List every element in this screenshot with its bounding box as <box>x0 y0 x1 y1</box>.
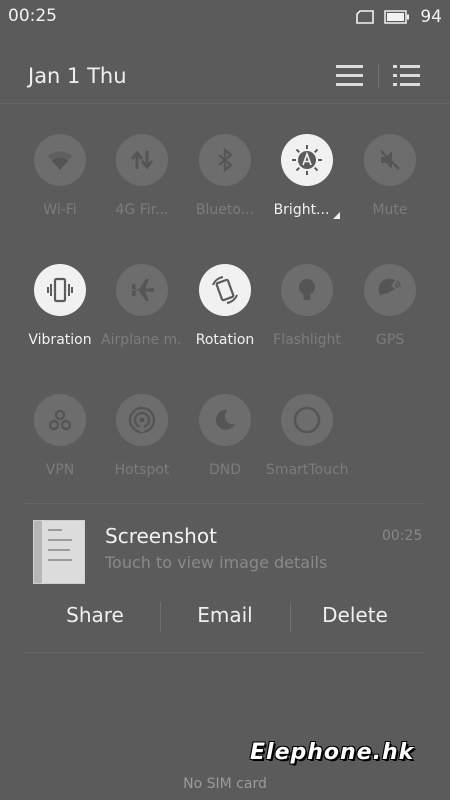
screenshot-notification[interactable]: Screenshot Touch to view image details 0… <box>0 508 450 588</box>
toggle-label: Blueto... <box>195 202 255 218</box>
toggle-label: Airplane m... <box>101 332 183 348</box>
status-bar: 00:25 94 <box>0 0 450 34</box>
toggle-label: VPN <box>45 462 75 478</box>
airplane-icon <box>130 279 154 301</box>
toggle-flashlight[interactable]: Flashlight <box>266 264 348 348</box>
toggle-label: SmartTouch <box>266 462 348 478</box>
toggle-rotation[interactable]: Rotation <box>184 264 266 348</box>
toggle-wifi[interactable]: Wi-Fi <box>19 134 101 218</box>
brightness-auto-icon <box>292 145 322 175</box>
toggle-mobile-data[interactable]: 4G Fir... <box>101 134 183 218</box>
list-view-icon <box>336 65 363 86</box>
toggle-label: Wi-Fi <box>43 202 77 218</box>
toggle-mute[interactable]: Mute <box>349 134 431 218</box>
expand-indicator-icon <box>333 212 341 219</box>
toggle-label: Bright... <box>273 202 330 218</box>
toggle-bluetooth[interactable]: Blueto... <box>184 134 266 218</box>
panel-header: Jan 1 Thu <box>0 52 450 100</box>
date-label: Jan 1 Thu <box>28 64 127 88</box>
toggle-label: Hotspot <box>114 462 170 478</box>
notification-subtitle: Touch to view image details <box>105 553 328 572</box>
gps-icon <box>378 278 401 295</box>
toggle-label: 4G Fir... <box>115 202 169 218</box>
watermark: Elephone.hk <box>250 740 415 765</box>
delete-button[interactable]: Delete <box>290 603 420 627</box>
wifi-icon <box>48 151 72 170</box>
notification-time: 00:25 <box>382 528 423 544</box>
toggle-smarttouch[interactable]: SmartTouch <box>266 394 348 478</box>
flashlight-icon <box>299 279 315 300</box>
toggle-vpn[interactable]: VPN <box>19 394 101 478</box>
bulleted-list-button[interactable] <box>392 62 422 90</box>
vpn-icon <box>48 409 72 431</box>
mute-icon <box>380 150 400 170</box>
header-separator <box>378 64 379 88</box>
battery-icon <box>384 10 410 24</box>
smarttouch-icon <box>293 406 321 434</box>
toggle-label: DND <box>208 462 242 478</box>
email-button[interactable]: Email <box>160 603 290 627</box>
status-time: 00:25 <box>8 6 57 26</box>
screenshot-thumbnail <box>33 520 85 584</box>
toggle-gps[interactable]: GPS <box>349 264 431 348</box>
status-indicators: 94 <box>356 6 442 28</box>
header-divider <box>0 103 450 104</box>
moon-icon <box>215 409 235 430</box>
sim-card-icon <box>356 10 375 24</box>
toggle-hotspot[interactable]: Hotspot <box>101 394 183 478</box>
share-button[interactable]: Share <box>30 603 160 627</box>
carrier-label: No SIM card <box>183 776 267 792</box>
toggle-label: Mute <box>372 202 408 218</box>
toggle-label: Rotation <box>195 332 255 348</box>
toggle-label: Vibration <box>28 332 92 348</box>
bulleted-list-icon <box>393 65 420 86</box>
notification-title: Screenshot <box>105 524 217 548</box>
rotation-icon <box>212 276 238 304</box>
vibration-icon <box>47 277 73 303</box>
toggle-label: Flashlight <box>273 332 341 348</box>
list-view-button[interactable] <box>335 62 365 90</box>
mobile-data-icon <box>130 150 154 170</box>
toggle-airplane[interactable]: Airplane m... <box>101 264 183 348</box>
bluetooth-icon <box>218 147 233 173</box>
toggle-vibration[interactable]: Vibration <box>19 264 101 348</box>
notification-divider <box>25 652 425 653</box>
hotspot-icon <box>128 406 156 434</box>
toggles-divider <box>25 503 425 504</box>
toggle-brightness[interactable]: Bright... <box>266 134 348 222</box>
toggle-dnd[interactable]: DND <box>184 394 266 478</box>
battery-percent: 94 <box>420 7 442 27</box>
toggle-label: GPS <box>375 332 405 348</box>
